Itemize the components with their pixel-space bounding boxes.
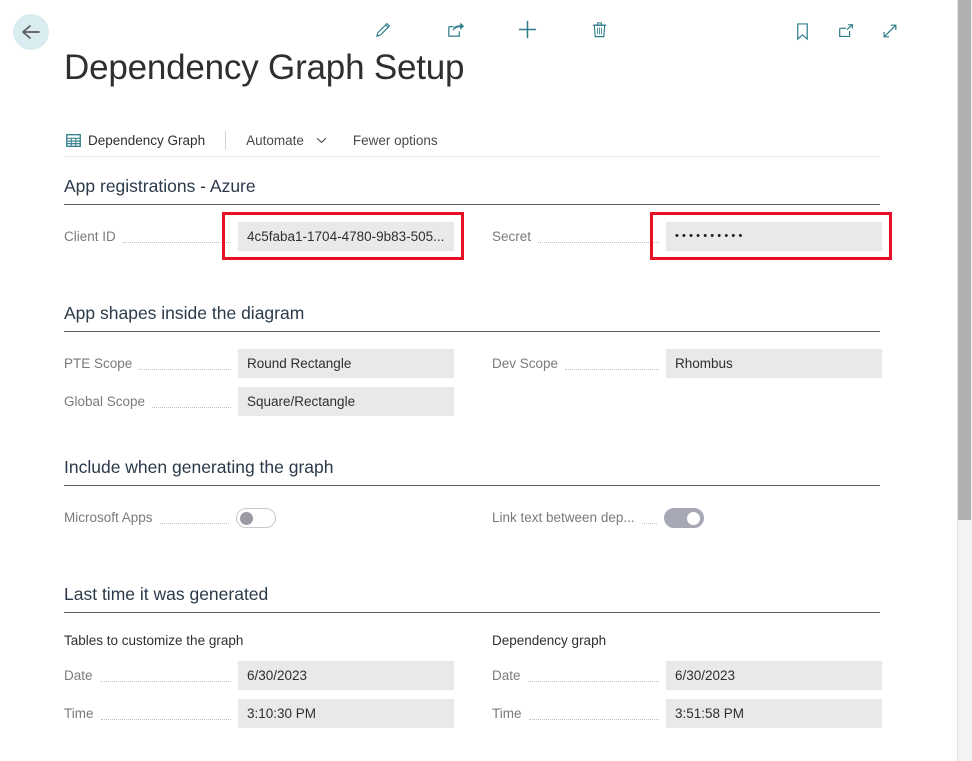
action-dependency-graph-label: Dependency Graph bbox=[88, 132, 206, 148]
section-heading-last-generated: Last time it was generated bbox=[64, 584, 880, 613]
field-microsoft-apps: Microsoft Apps bbox=[64, 503, 276, 532]
microsoft-apps-toggle[interactable] bbox=[236, 507, 276, 528]
field-dev-scope: Dev Scope Rhombus bbox=[492, 349, 882, 378]
action-automate-label: Automate bbox=[246, 132, 304, 148]
field-link-text: Link text between dep... bbox=[492, 503, 704, 532]
back-button[interactable] bbox=[13, 14, 49, 50]
dotted-leader bbox=[528, 707, 659, 720]
center-tool-group bbox=[370, 16, 612, 42]
action-bar-separator bbox=[225, 130, 227, 150]
field-client-id-label: Client ID bbox=[64, 229, 116, 244]
toggle-knob bbox=[240, 511, 253, 525]
field-graph-time-label: Time bbox=[492, 706, 522, 721]
vertical-scrollbar-track[interactable] bbox=[957, 0, 972, 761]
open-in-new-icon[interactable] bbox=[833, 18, 859, 44]
section-heading-app-registrations: App registrations - Azure bbox=[64, 176, 880, 205]
dotted-leader bbox=[139, 357, 231, 370]
field-link-text-label: Link text between dep... bbox=[492, 510, 635, 525]
field-tables-date-label: Date bbox=[64, 668, 93, 683]
share-icon[interactable] bbox=[442, 16, 468, 42]
field-microsoft-apps-label: Microsoft Apps bbox=[64, 510, 153, 525]
field-client-id: Client ID 4c5faba1-1704-4780-9b83-505... bbox=[64, 222, 454, 251]
expand-icon[interactable] bbox=[877, 18, 903, 44]
field-secret-label: Secret bbox=[492, 229, 532, 244]
dotted-leader bbox=[565, 357, 659, 370]
table-grid-icon bbox=[66, 133, 81, 148]
pte-scope-input[interactable]: Round Rectangle bbox=[238, 349, 454, 378]
field-graph-time: Time 3:51:58 PM bbox=[492, 699, 882, 728]
vertical-scrollbar-thumb[interactable] bbox=[958, 0, 971, 520]
secret-masked-value: •••••••••• bbox=[675, 230, 746, 242]
right-tool-group bbox=[789, 18, 903, 44]
tables-date-input[interactable]: 6/30/2023 bbox=[238, 661, 454, 690]
field-tables-time-label: Time bbox=[64, 706, 94, 721]
action-bar: Dependency Graph Automate Fewer options bbox=[64, 124, 880, 157]
graph-time-input[interactable]: 3:51:58 PM bbox=[666, 699, 882, 728]
section-heading-include: Include when generating the graph bbox=[64, 457, 880, 486]
section-heading-app-shapes: App shapes inside the diagram bbox=[64, 303, 880, 332]
action-automate[interactable]: Automate bbox=[244, 133, 329, 148]
field-graph-date: Date 6/30/2023 bbox=[492, 661, 882, 690]
dotted-leader bbox=[100, 707, 231, 720]
field-dev-scope-label: Dev Scope bbox=[492, 356, 559, 371]
field-pte-scope-label: PTE Scope bbox=[64, 356, 133, 371]
dotted-leader bbox=[152, 395, 231, 408]
tables-time-input[interactable]: 3:10:30 PM bbox=[238, 699, 454, 728]
field-tables-date: Date 6/30/2023 bbox=[64, 661, 454, 690]
dotted-leader bbox=[538, 230, 659, 243]
edit-icon[interactable] bbox=[370, 16, 396, 42]
subheading-dependency-graph: Dependency graph bbox=[492, 633, 607, 648]
dotted-leader bbox=[159, 511, 229, 524]
field-global-scope-label: Global Scope bbox=[64, 394, 146, 409]
arrow-left-icon bbox=[21, 24, 41, 40]
trash-icon[interactable] bbox=[586, 16, 612, 42]
field-secret: Secret •••••••••• bbox=[492, 222, 882, 251]
dotted-leader bbox=[527, 669, 659, 682]
client-id-input[interactable]: 4c5faba1-1704-4780-9b83-505... bbox=[238, 222, 454, 251]
page-title: Dependency Graph Setup bbox=[64, 48, 465, 87]
action-fewer-options[interactable]: Fewer options bbox=[351, 133, 440, 148]
field-tables-time: Time 3:10:30 PM bbox=[64, 699, 454, 728]
graph-date-input[interactable]: 6/30/2023 bbox=[666, 661, 882, 690]
field-pte-scope: PTE Scope Round Rectangle bbox=[64, 349, 454, 378]
toggle-knob bbox=[687, 511, 700, 525]
secret-input[interactable]: •••••••••• bbox=[666, 222, 882, 251]
bookmark-icon[interactable] bbox=[789, 18, 815, 44]
business-central-page: Dependency Graph Setup Dependency Graph … bbox=[0, 0, 972, 761]
dotted-leader bbox=[122, 230, 231, 243]
field-graph-date-label: Date bbox=[492, 668, 521, 683]
dotted-leader bbox=[99, 669, 231, 682]
action-fewer-options-label: Fewer options bbox=[352, 132, 438, 148]
field-global-scope: Global Scope Square/Rectangle bbox=[64, 387, 454, 416]
action-dependency-graph[interactable]: Dependency Graph bbox=[64, 133, 207, 148]
chevron-down-icon bbox=[316, 137, 327, 144]
link-text-toggle[interactable] bbox=[664, 507, 704, 528]
dotted-leader bbox=[641, 511, 657, 524]
plus-icon[interactable] bbox=[514, 16, 540, 42]
dev-scope-input[interactable]: Rhombus bbox=[666, 349, 882, 378]
subheading-tables-to-customize: Tables to customize the graph bbox=[64, 633, 244, 648]
global-scope-input[interactable]: Square/Rectangle bbox=[238, 387, 454, 416]
